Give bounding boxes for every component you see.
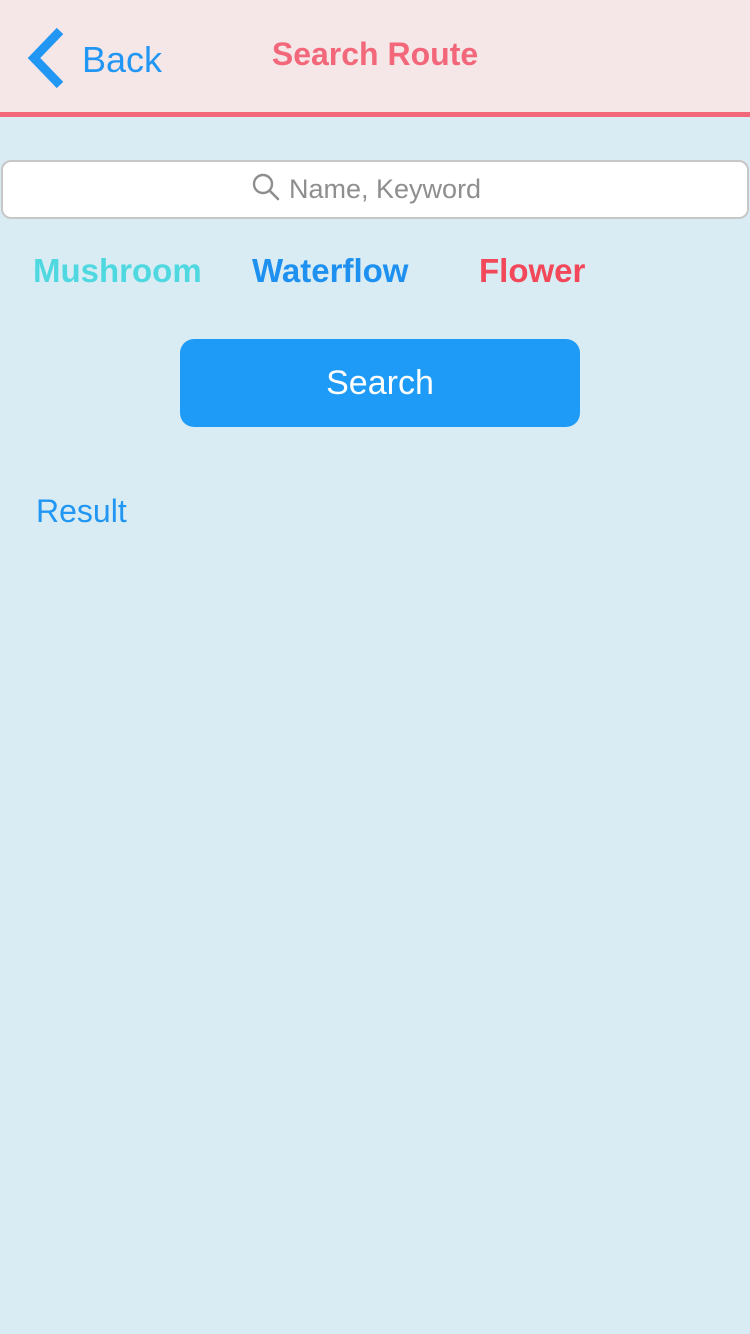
search-bar[interactable] <box>1 160 749 219</box>
result-heading: Result <box>36 493 127 529</box>
category-flower[interactable]: Flower <box>479 252 585 290</box>
page-title: Search Route <box>271 36 479 72</box>
category-filters: Mushroom Waterflow Flower <box>0 252 750 296</box>
category-mushroom[interactable]: Mushroom <box>33 252 202 290</box>
navigation-bar: Back Search Route <box>0 0 750 117</box>
search-button[interactable]: Search <box>180 339 580 427</box>
search-input[interactable] <box>289 174 499 205</box>
search-icon <box>251 172 289 207</box>
category-waterflow[interactable]: Waterflow <box>252 252 408 290</box>
